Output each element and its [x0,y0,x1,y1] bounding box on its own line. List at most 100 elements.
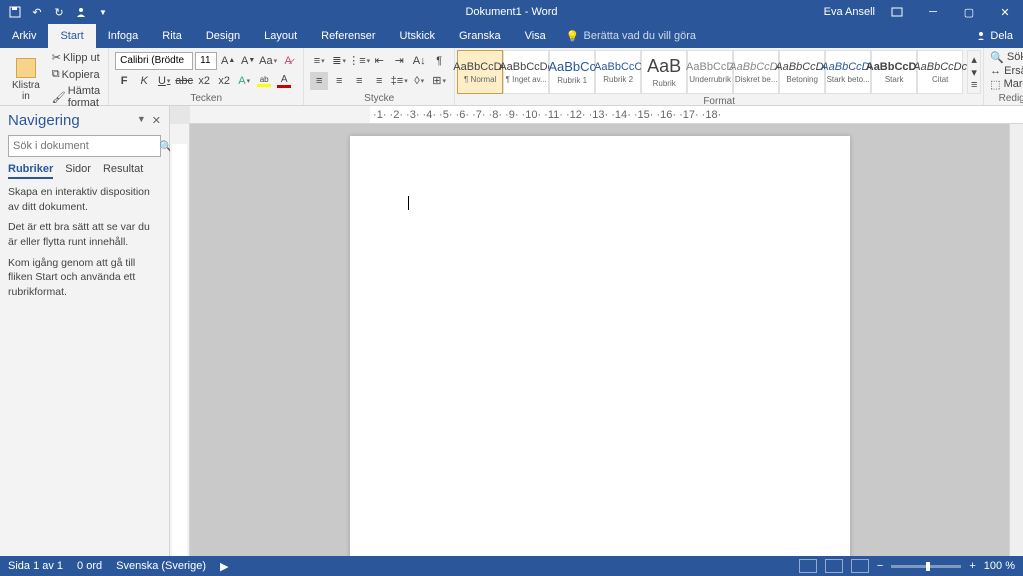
tab-rita[interactable]: Rita [150,24,194,48]
undo-icon[interactable]: ↶ [28,3,46,21]
increase-indent-icon[interactable]: ⇥ [390,52,408,70]
tab-referenser[interactable]: Referenser [309,24,387,48]
navigation-tabs: Rubriker Sidor Resultat [8,163,161,179]
style-intense-emphasis[interactable]: AaBbCcDcStark beto... [825,50,871,94]
tab-granska[interactable]: Granska [447,24,513,48]
nav-tab-results[interactable]: Resultat [103,163,143,179]
redo-icon[interactable]: ↻ [50,3,68,21]
lightbulb-icon: 💡 [566,30,580,43]
copy-button[interactable]: ⧉Kopiera [50,67,102,82]
font-size-select[interactable]: 11 [195,52,217,70]
cut-button[interactable]: ✂Klipp ut [50,50,102,65]
style-emphasis[interactable]: AaBbCcDcBetoning [779,50,825,94]
strikethrough-button[interactable]: abc [175,72,193,90]
view-read-icon[interactable] [799,559,817,573]
status-macro-icon[interactable]: ▶ [220,560,228,573]
style-quote[interactable]: AaBbCcDcCitat [917,50,963,94]
vertical-ruler[interactable] [170,124,190,556]
tell-me-search[interactable]: 💡 Berätta vad du vill göra [558,24,696,48]
select-button[interactable]: ⬚Markera▾ [990,78,1023,91]
borders-icon[interactable]: ⊞▾ [430,72,448,90]
zoom-level[interactable]: 100 % [984,560,1015,572]
copy-label: Kopiera [62,69,100,81]
tab-visa[interactable]: Visa [513,24,558,48]
maximize-icon[interactable]: ▢ [955,0,983,24]
status-words[interactable]: 0 ord [77,560,102,572]
vertical-scrollbar[interactable] [1009,124,1023,556]
subscript-button[interactable]: x2 [195,72,213,90]
align-right-icon[interactable]: ≡ [350,72,368,90]
bold-button[interactable]: F [115,72,133,90]
minimize-icon[interactable]: ─ [919,0,947,24]
tab-infoga[interactable]: Infoga [96,24,151,48]
align-left-icon[interactable]: ≡ [310,72,328,90]
zoom-out-icon[interactable]: − [877,560,883,572]
style-heading1[interactable]: AaBbCcRubrik 1 [549,50,595,94]
view-print-icon[interactable] [825,559,843,573]
numbering-icon[interactable]: ≣▾ [330,52,348,70]
decrease-indent-icon[interactable]: ⇤ [370,52,388,70]
style-title[interactable]: AaBRubrik [641,50,687,94]
multilevel-list-icon[interactable]: ⋮≡▾ [350,52,368,70]
font-color-button[interactable]: A [275,72,293,90]
customize-qat-icon[interactable]: ▼ [94,3,112,21]
show-marks-icon[interactable]: ¶ [430,52,448,70]
shading-icon[interactable]: ◊▾ [410,72,428,90]
style-strong[interactable]: AaBbCcDcStark [871,50,917,94]
underline-button[interactable]: U▾ [155,72,173,90]
change-case-icon[interactable]: Aa▾ [259,52,277,70]
font-family-select[interactable]: Calibri (Brödte [115,52,193,70]
nav-dropdown-icon[interactable]: ▼ [137,114,146,127]
increase-font-icon[interactable]: A▲ [219,52,237,70]
bullets-icon[interactable]: ≡▾ [310,52,328,70]
horizontal-ruler[interactable]: ·1· ·2· ·3· ·4· ·5· ·6· ·7· ·8· ·9· ·10·… [190,106,1023,124]
nav-close-icon[interactable]: ✕ [152,114,161,127]
nav-tab-headings[interactable]: Rubriker [8,163,53,179]
align-center-icon[interactable]: ≡ [330,72,348,90]
status-language[interactable]: Svenska (Sverige) [116,560,206,572]
find-button[interactable]: 🔍Sök▾ [990,51,1023,64]
text-effects-icon[interactable]: A▾ [235,72,253,90]
nav-tab-pages[interactable]: Sidor [65,163,91,179]
tab-layout[interactable]: Layout [252,24,309,48]
styles-more-icon[interactable]: ▴▾≡ [967,50,981,94]
sort-icon[interactable]: A↓ [410,52,428,70]
tab-start[interactable]: Start [48,24,95,48]
style-normal[interactable]: AaBbCcDc¶ Normal [457,50,503,94]
navigation-search[interactable]: 🔍 ▾ [8,135,161,157]
tab-arkiv[interactable]: Arkiv [0,24,48,48]
style-subtle-emphasis[interactable]: AaBbCcDcDiskret be... [733,50,779,94]
status-page[interactable]: Sida 1 av 1 [8,560,63,572]
justify-icon[interactable]: ≡ [370,72,388,90]
select-label: Markera [1004,78,1023,90]
quick-access-user-icon[interactable] [72,3,90,21]
style-gallery[interactable]: AaBbCcDc¶ Normal AaBbCcDc¶ Inget av... A… [457,50,963,94]
replace-button[interactable]: ↔Ersätt [990,65,1023,77]
cursor-icon: ⬚ [990,78,1000,91]
user-name[interactable]: Eva Ansell [824,6,875,18]
italic-button[interactable]: K [135,72,153,90]
document-canvas[interactable] [190,124,1009,556]
paste-button[interactable]: Klistra in [6,56,46,104]
tell-me-label: Berätta vad du vill göra [583,30,696,42]
style-heading2[interactable]: AaBbCcCRubrik 2 [595,50,641,94]
ribbon: Klistra in ✂Klipp ut ⧉Kopiera 🖌Hämta for… [0,48,1023,106]
line-spacing-icon[interactable]: ‡≡▾ [390,72,408,90]
tab-design[interactable]: Design [194,24,252,48]
view-web-icon[interactable] [851,559,869,573]
zoom-slider[interactable] [891,565,961,568]
ribbon-display-icon[interactable] [883,0,911,24]
page[interactable] [350,136,850,556]
style-subtitle[interactable]: AaBbCcDUnderrubrik [687,50,733,94]
tab-utskick[interactable]: Utskick [388,24,447,48]
share-button[interactable]: Dela [966,24,1023,48]
highlight-button[interactable]: ab [255,72,273,90]
decrease-font-icon[interactable]: A▼ [239,52,257,70]
close-icon[interactable]: ✕ [991,0,1019,24]
search-input[interactable] [9,140,159,152]
style-no-spacing[interactable]: AaBbCcDc¶ Inget av... [503,50,549,94]
save-icon[interactable] [6,3,24,21]
superscript-button[interactable]: x2 [215,72,233,90]
zoom-in-icon[interactable]: + [969,560,975,572]
clear-formatting-icon[interactable]: A̷ [279,52,297,70]
